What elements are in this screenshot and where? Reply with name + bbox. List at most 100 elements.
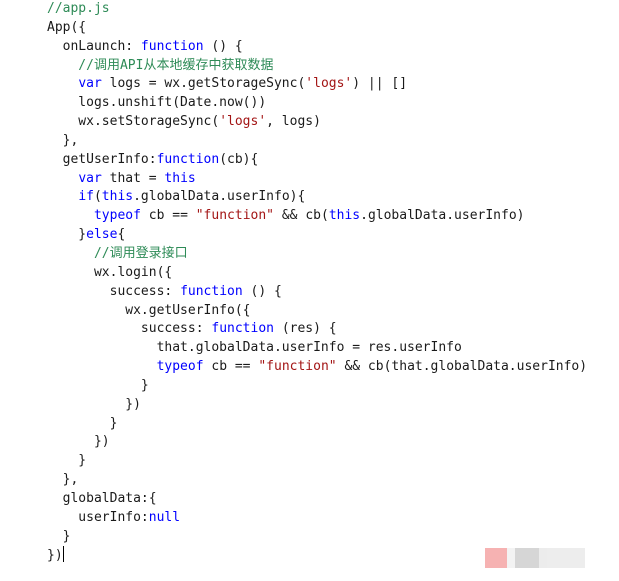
code-line[interactable]: that.globalData.userInfo = res.userInfo — [47, 339, 587, 358]
code-keyword: function — [140, 38, 204, 54]
code-line[interactable]: //调用登录接口 — [47, 245, 587, 264]
code-text: success: — [47, 321, 212, 337]
code-text: globalData:{ — [47, 490, 157, 506]
code-content[interactable]: //app.js App({ onLaunch: function () { //… — [47, 0, 587, 565]
code-editor[interactable]: //app.js App({ onLaunch: function () { //… — [0, 0, 619, 581]
code-line[interactable]: }, — [47, 132, 587, 151]
code-text: () { — [242, 283, 282, 299]
code-keyword: this — [101, 189, 134, 205]
code-text: , logs) — [266, 114, 321, 130]
code-line[interactable]: }, — [47, 471, 587, 490]
watermark-block — [507, 548, 515, 568]
code-text: wx.getUserInfo({ — [47, 302, 251, 318]
code-line[interactable]: var that = this — [47, 170, 587, 189]
code-text: cb == — [140, 208, 196, 224]
code-line[interactable]: typeof cb == "function" && cb(that.globa… — [47, 358, 588, 377]
code-text: (cb){ — [219, 151, 259, 167]
code-line[interactable]: }else{ — [47, 226, 587, 245]
code-line[interactable]: App({ — [47, 19, 587, 38]
code-line[interactable]: typeof cb == "function" && cb(this.globa… — [47, 207, 587, 226]
watermark-block — [539, 548, 547, 568]
code-keyword: null — [148, 509, 181, 525]
code-text: wx.login({ — [47, 264, 173, 280]
code-text: .globalData.userInfo){ — [133, 189, 306, 205]
code-text: that = — [101, 170, 165, 186]
code-keyword: var — [78, 170, 102, 186]
code-line[interactable]: //调用API从本地缓存中获取数据 — [47, 57, 587, 76]
code-line[interactable]: success: function () { — [47, 283, 587, 302]
code-keyword: else — [86, 227, 118, 243]
code-text: && cb( — [274, 208, 329, 224]
code-text: App({ — [47, 19, 87, 35]
code-line[interactable]: globalData:{ — [47, 490, 587, 509]
code-text: .globalData.userInfo) — [360, 208, 525, 224]
code-text: ) || [] — [352, 76, 408, 92]
code-keyword: this — [164, 170, 196, 186]
code-line[interactable]: wx.login({ — [47, 264, 587, 283]
code-line[interactable]: }) — [47, 396, 587, 415]
text-cursor — [62, 546, 64, 563]
code-string: "function" — [195, 208, 275, 224]
code-keyword: this — [328, 208, 361, 224]
code-line[interactable]: }) — [47, 433, 587, 452]
code-text: } — [47, 227, 87, 243]
code-comment: //调用API从本地缓存中获取数据 — [47, 57, 274, 73]
code-text: getUserInfo: — [47, 151, 157, 167]
code-text: logs = wx.getStorageSync( — [101, 76, 306, 92]
code-text: (res) { — [274, 321, 337, 337]
watermark — [485, 548, 585, 568]
code-line[interactable]: wx.getUserInfo({ — [47, 302, 587, 321]
code-line[interactable]: wx.setStorageSync('logs', logs) — [47, 113, 587, 132]
code-text: }) — [47, 548, 63, 564]
code-text: onLaunch: — [47, 38, 141, 54]
code-text: ( — [93, 189, 102, 205]
code-text: success: — [47, 283, 181, 299]
code-keyword: function — [156, 151, 220, 167]
code-text: cb == — [203, 359, 259, 375]
code-keyword: function — [180, 283, 243, 299]
watermark-block — [547, 548, 585, 568]
code-line[interactable]: } — [47, 415, 587, 434]
code-text: }, — [47, 472, 79, 488]
code-line[interactable]: var logs = wx.getStorageSync('logs') || … — [47, 75, 587, 94]
code-text: } — [47, 377, 149, 393]
code-line[interactable]: onLaunch: function () { — [47, 38, 587, 57]
code-text: { — [117, 227, 126, 243]
code-line[interactable]: } — [47, 528, 587, 547]
code-text: && cb(that.globalData.userInfo) — [336, 359, 588, 375]
code-keyword: if — [78, 189, 94, 205]
code-line[interactable]: logs.unshift(Date.now()) — [47, 94, 587, 113]
code-comment: //调用登录接口 — [47, 245, 188, 261]
code-line[interactable]: //app.js — [47, 0, 587, 19]
code-text: () { — [203, 38, 243, 54]
code-line[interactable]: userInfo:null — [47, 509, 587, 528]
code-line[interactable]: } — [47, 377, 587, 396]
code-keyword: function — [211, 321, 274, 337]
code-text: } — [47, 528, 71, 544]
code-line[interactable]: success: function (res) { — [47, 320, 587, 339]
code-text: wx.setStorageSync( — [47, 114, 220, 130]
code-text: }) — [47, 434, 110, 450]
code-string: 'logs' — [219, 114, 267, 130]
code-line[interactable]: if(this.globalData.userInfo){ — [47, 188, 587, 207]
watermark-block — [515, 548, 539, 568]
code-keyword: var — [78, 76, 102, 92]
code-text: that.globalData.userInfo = res.userInfo — [47, 340, 462, 356]
code-line[interactable]: getUserInfo:function(cb){ — [47, 151, 587, 170]
code-text: userInfo: — [47, 509, 149, 525]
watermark-block — [485, 548, 507, 568]
code-text: } — [47, 415, 118, 431]
code-text: logs.unshift(Date.now()) — [47, 95, 267, 111]
code-text: } — [47, 453, 87, 469]
code-line[interactable]: } — [47, 452, 587, 471]
code-text: }, — [47, 132, 79, 148]
code-text: }) — [47, 396, 141, 412]
code-keyword: typeof — [93, 208, 141, 224]
code-string: "function" — [258, 359, 337, 375]
code-comment: //app.js — [47, 1, 110, 16]
